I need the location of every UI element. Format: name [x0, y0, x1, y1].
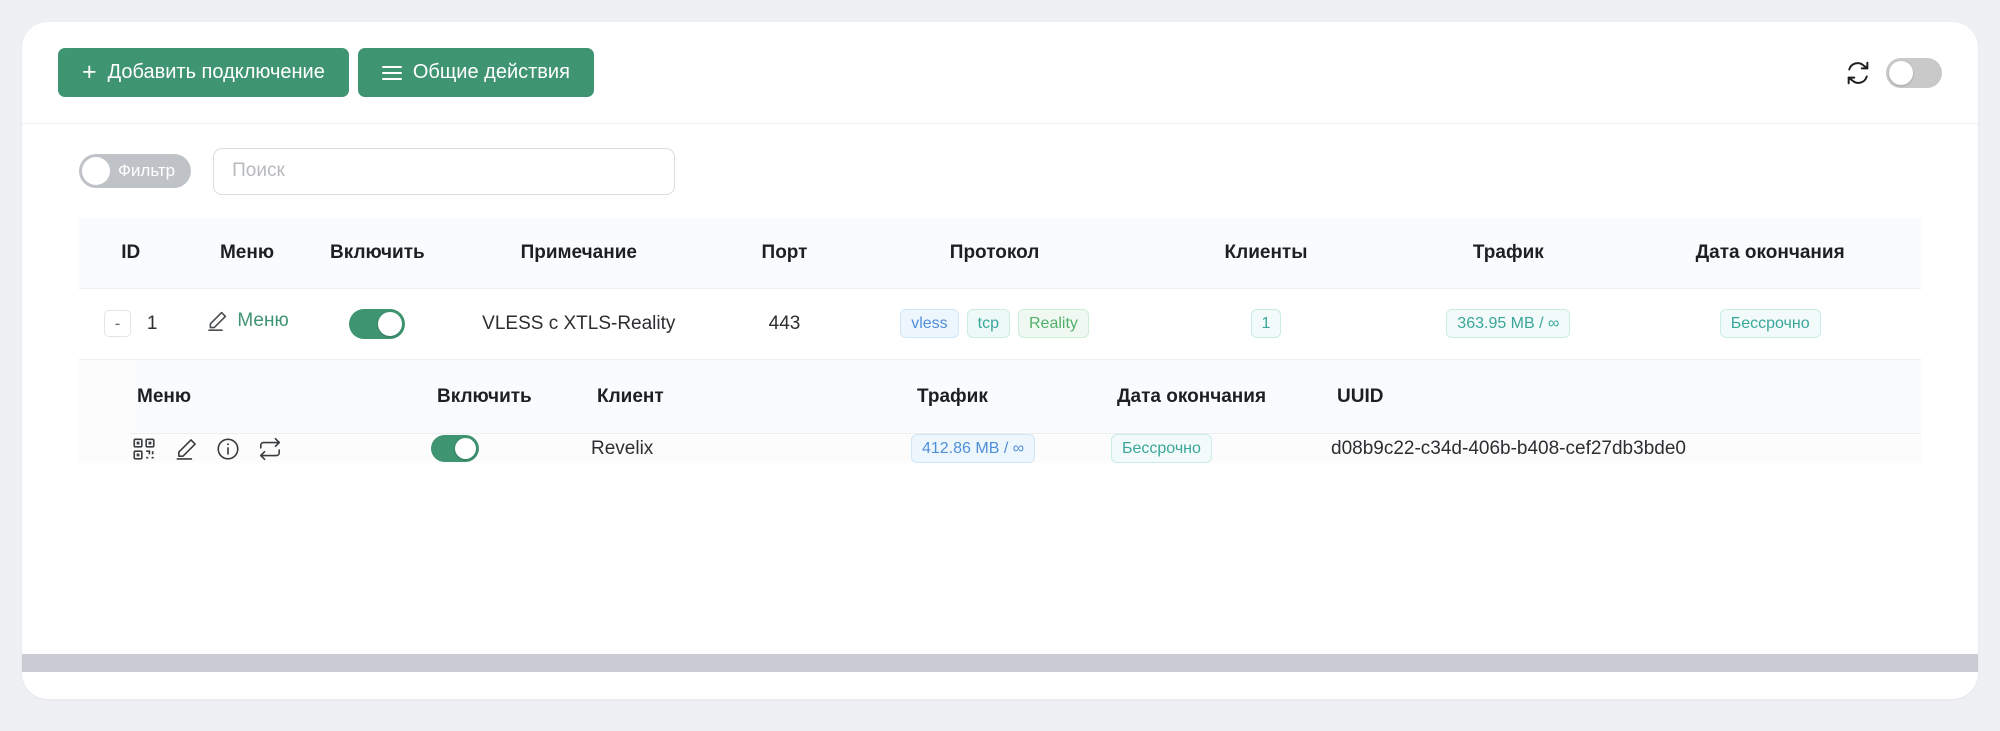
clients-table-header: Меню Включить Клиент Трафик Дата окончан… [131, 359, 1921, 434]
expiry-badge: Бессрочно [1719, 309, 1821, 339]
column-header-traffic[interactable]: Трафик [1397, 218, 1619, 288]
qr-code-icon[interactable] [131, 436, 157, 462]
cell-menu: Меню [182, 287, 312, 360]
table-header-row: ID Меню Включить Примечание Порт Протоко… [79, 218, 1921, 289]
subcolumn-header-expiry[interactable]: Дата окончания [1111, 359, 1331, 434]
search-input[interactable] [213, 147, 676, 195]
client-cell-expiry: Бессрочно [1111, 433, 1331, 464]
toolbar-right-group [1844, 57, 1942, 88]
subcolumn-header-uuid[interactable]: UUID [1331, 359, 1921, 434]
cell-note: VLESS с XTLS-Reality [443, 287, 715, 360]
clients-table: Меню Включить Клиент Трафик Дата окончан… [131, 359, 1921, 464]
client-cell-actions [131, 433, 431, 464]
column-header-expiry[interactable]: Дата окончания [1619, 218, 1921, 288]
client-cell-name: Revelix [591, 433, 911, 464]
info-circle-icon[interactable] [215, 436, 241, 462]
subcolumn-header-enable[interactable]: Включить [431, 359, 591, 434]
general-actions-button[interactable]: Общие действия [357, 48, 594, 97]
protocol-badges: vless tcp Reality [861, 309, 1129, 339]
toolbar: + Добавить подключение Общие действия [22, 22, 1978, 124]
pencil-icon[interactable] [173, 436, 199, 462]
client-enable-toggle[interactable] [431, 435, 479, 463]
row-id-value: 1 [146, 312, 158, 334]
table-container: ID Меню Включить Примечание Порт Протоко… [22, 218, 1978, 464]
expanded-detail-row: Меню Включить Клиент Трафик Дата окончан… [79, 358, 1921, 464]
clients-subtable-container: Меню Включить Клиент Трафик Дата окончан… [79, 359, 1921, 464]
expanded-detail-cell: Меню Включить Клиент Трафик Дата окончан… [79, 358, 1921, 464]
cell-expiry: Бессрочно [1619, 287, 1921, 360]
row-menu-label: Меню [237, 309, 289, 331]
filter-toggle-knob [82, 157, 110, 185]
column-header-note[interactable]: Примечание [443, 218, 714, 288]
table-row: - 1 Меню VLESS с XTLS-Reality 443 vless … [79, 287, 1921, 360]
clients-header-row: Меню Включить Клиент Трафик Дата окончан… [131, 359, 1921, 434]
subcolumn-header-traffic[interactable]: Трафик [911, 359, 1111, 434]
table-body: - 1 Меню VLESS с XTLS-Reality 443 vless … [79, 287, 1921, 464]
table-header: ID Меню Включить Примечание Порт Протоко… [79, 218, 1921, 289]
row-enable-toggle[interactable] [349, 308, 406, 339]
filter-label: Фильтр [118, 161, 176, 180]
autorefresh-toggle-knob [1889, 60, 1913, 85]
page-root: + Добавить подключение Общие действия Фи… [0, 0, 2000, 731]
client-enable-toggle-knob [455, 438, 476, 460]
client-traffic-badge: 412.86 MB / ∞ [911, 434, 1036, 464]
horizontal-scrollbar[interactable] [22, 654, 1978, 672]
client-action-icons [131, 436, 431, 462]
add-connection-label: Добавить подключение [107, 61, 325, 83]
general-actions-label: Общие действия [412, 61, 570, 83]
client-expiry-badge: Бессрочно [1111, 434, 1212, 464]
filter-bar: Фильтр [22, 124, 1978, 218]
client-row: Revelix 412.86 MB / ∞ Бессрочно d08b9c22… [131, 433, 1921, 464]
badge-protocol: vless [900, 309, 959, 339]
cell-traffic: 363.95 MB / ∞ [1397, 287, 1620, 360]
cell-clients: 1 [1134, 287, 1398, 360]
expand-row-button[interactable]: - [103, 310, 131, 338]
subcolumn-header-client[interactable]: Клиент [591, 359, 911, 434]
column-header-menu[interactable]: Меню [182, 218, 311, 288]
client-cell-traffic: 412.86 MB / ∞ [911, 433, 1111, 464]
row-menu-button[interactable]: Меню [205, 309, 289, 333]
clients-count-badge: 1 [1250, 309, 1282, 339]
pencil-icon [208, 311, 227, 331]
connections-table: ID Меню Включить Примечание Порт Протоко… [79, 218, 1921, 464]
traffic-badge: 363.95 MB / ∞ [1446, 309, 1571, 339]
column-header-protocol[interactable]: Протокол [855, 218, 1135, 288]
reset-loop-icon[interactable] [257, 436, 283, 462]
client-cell-uuid: d08b9c22-c34d-406b-b408-cef27db3bde0 [1331, 433, 1921, 464]
column-header-id[interactable]: ID [79, 218, 182, 288]
client-cell-enable [431, 433, 591, 464]
clients-table-body: Revelix 412.86 MB / ∞ Бессрочно d08b9c22… [131, 433, 1921, 464]
badge-security: Reality [1018, 309, 1089, 339]
cell-protocol: vless tcp Reality [854, 287, 1135, 360]
cell-port: 443 [714, 287, 855, 360]
main-card: + Добавить подключение Общие действия Фи… [22, 22, 1978, 699]
refresh-icon[interactable] [1844, 59, 1872, 87]
autorefresh-toggle[interactable] [1886, 57, 1942, 88]
column-header-clients[interactable]: Клиенты [1135, 218, 1398, 288]
cell-enable [311, 287, 444, 360]
plus-icon: + [82, 58, 97, 86]
column-header-enable[interactable]: Включить [312, 218, 443, 288]
filter-toggle[interactable]: Фильтр [79, 154, 192, 188]
badge-transport: tcp [966, 309, 1010, 339]
subcolumn-header-menu[interactable]: Меню [131, 359, 431, 434]
row-enable-toggle-knob [378, 311, 403, 336]
hamburger-icon [381, 65, 402, 80]
column-header-port[interactable]: Порт [715, 218, 855, 288]
cell-id: - 1 [79, 287, 183, 360]
add-connection-button[interactable]: + Добавить подключение [58, 48, 349, 97]
